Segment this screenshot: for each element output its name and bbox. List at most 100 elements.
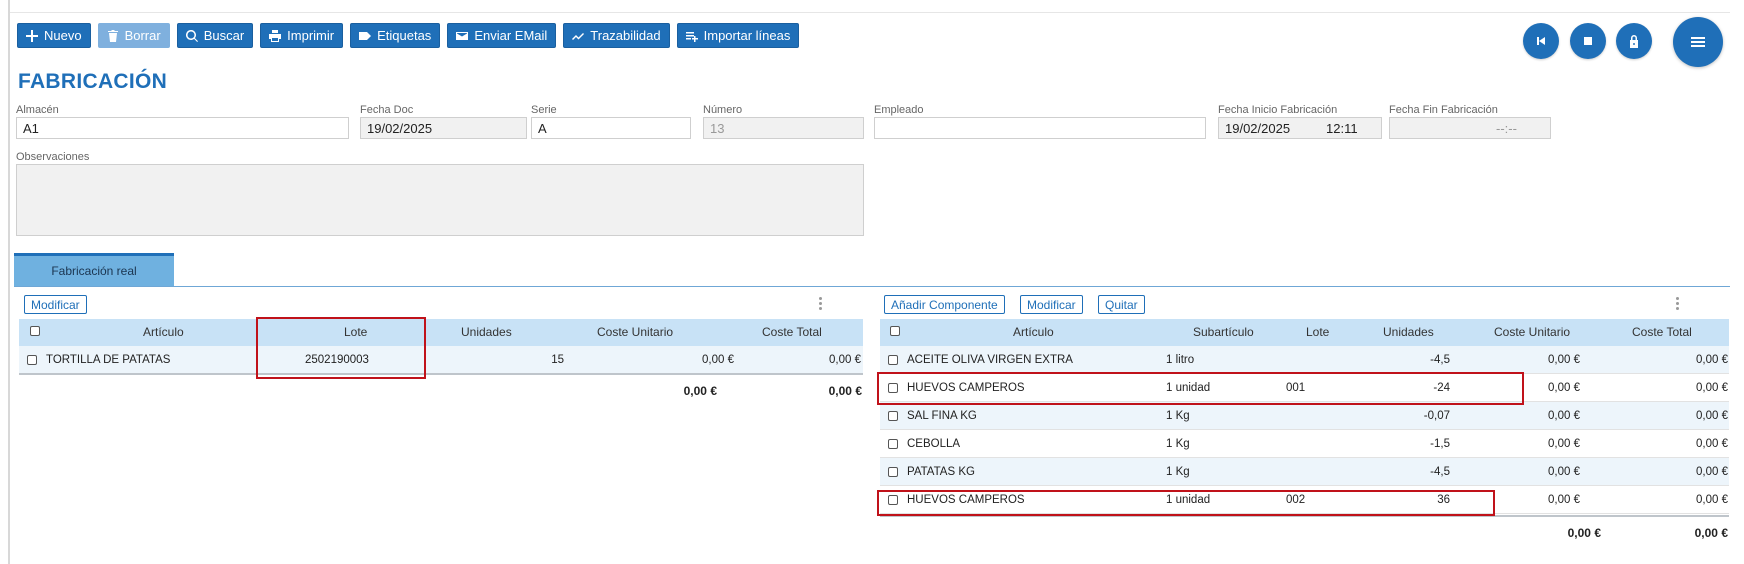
cell-unidades: -0,07 [1423, 410, 1450, 422]
enviar-email-button[interactable]: Enviar EMail [447, 23, 557, 48]
stop-icon [1584, 37, 1592, 45]
modificar-button-left[interactable]: Modificar [24, 295, 87, 314]
more-vert-icon-right[interactable] [1676, 297, 1679, 312]
serie-field[interactable]: A [531, 117, 691, 139]
stop-button[interactable] [1570, 23, 1606, 59]
cell-coste-unitario: 0,00 € [1548, 410, 1580, 422]
th-articulo-right: Artículo [1013, 325, 1054, 339]
row-checkbox[interactable] [888, 467, 898, 477]
observaciones-textarea[interactable] [16, 164, 864, 236]
empleado-field[interactable] [874, 117, 1206, 139]
cell-articulo: TORTILLA DE PATATAS [46, 354, 171, 366]
first-record-button[interactable] [1523, 23, 1559, 59]
imprimir-button[interactable]: Imprimir [260, 23, 344, 48]
enviar-email-label: Enviar EMail [474, 28, 548, 43]
label-icon [359, 31, 372, 40]
cell-coste-total: 0,00 € [1696, 438, 1728, 450]
empleado-label: Empleado [874, 104, 924, 116]
cell-subarticulo: 1 Kg [1166, 410, 1190, 422]
cell-unidades: -1,5 [1430, 438, 1450, 450]
lock-button[interactable] [1616, 23, 1652, 59]
quitar-button[interactable]: Quitar [1098, 295, 1145, 314]
th-coste-total-left: Coste Total [762, 325, 822, 339]
cell-coste-total: 0,00 € [1696, 382, 1728, 394]
page-title: FABRICACIÓN [18, 70, 168, 93]
th-coste-total-right: Coste Total [1632, 325, 1692, 339]
playlist-add-icon [685, 31, 698, 42]
nuevo-button[interactable]: Nuevo [17, 23, 91, 48]
cell-unidades: 15 [551, 354, 564, 366]
modificar-button-right[interactable]: Modificar [1020, 295, 1083, 314]
search-icon [185, 29, 198, 42]
select-all-checkbox-left[interactable] [30, 326, 40, 336]
fecha-fin-field[interactable]: --:-- [1389, 117, 1551, 139]
left-total-total: 0,00 € [828, 384, 862, 398]
lock-icon [1630, 35, 1638, 48]
row-checkbox[interactable] [888, 411, 898, 421]
tab-fabricacion-real[interactable]: Fabricación real [14, 253, 174, 286]
main-menu-button[interactable] [1673, 17, 1723, 67]
almacen-label: Almacén [16, 104, 59, 116]
cell-articulo: ACEITE OLIVA VIRGEN EXTRA [907, 354, 1073, 366]
th-unidades-right: Unidades [1383, 325, 1434, 339]
fecha-inicio-label: Fecha Inicio Fabricación [1218, 104, 1338, 116]
table-row[interactable]: TORTILLA DE PATATAS 2502190003 15 0,00 €… [19, 346, 863, 374]
buscar-button[interactable]: Buscar [176, 23, 254, 48]
select-all-checkbox-right[interactable] [890, 326, 900, 336]
printer-icon [269, 29, 282, 42]
trazabilidad-button[interactable]: Trazabilidad [563, 23, 670, 48]
fecha-inicio-field[interactable]: 19/02/2025 12:11 [1218, 117, 1382, 139]
table-row[interactable]: SAL FINA KG 1 Kg -0,07 0,00 € 0,00 € [880, 402, 1729, 430]
cell-coste-unitario: 0,00 € [702, 354, 734, 366]
borrar-label: Borrar [124, 28, 161, 43]
trazabilidad-label: Trazabilidad [590, 28, 661, 43]
fecha-inicio-date: 19/02/2025 [1225, 121, 1291, 136]
etiquetas-button[interactable]: Etiquetas [350, 23, 441, 48]
fecha-doc-label: Fecha Doc [360, 104, 414, 116]
lote-highlight-box [256, 317, 426, 379]
th-subarticulo-right: Subartículo [1193, 325, 1254, 339]
top-divider [10, 12, 1730, 13]
more-vert-icon-left[interactable] [819, 297, 822, 312]
cell-articulo: SAL FINA KG [907, 410, 977, 422]
importar-lineas-button[interactable]: Importar líneas [676, 23, 800, 48]
cell-coste-unitario: 0,00 € [1548, 466, 1580, 478]
hamburger-icon [1691, 37, 1705, 47]
row-checkbox[interactable] [888, 439, 898, 449]
fecha-doc-field[interactable]: 19/02/2025 [360, 117, 527, 139]
almacen-field[interactable]: A1 [16, 117, 349, 139]
numero-field[interactable]: 13 [703, 117, 864, 139]
cell-coste-unitario: 0,00 € [1548, 354, 1580, 366]
cell-coste-total: 0,00 € [829, 354, 861, 366]
huevos-002-highlight-box [877, 490, 1495, 516]
toolbar: Nuevo Borrar Buscar Imprimir Etiquetas E… [17, 23, 800, 48]
observaciones-label: Observaciones [16, 151, 90, 163]
row-checkbox[interactable] [888, 355, 898, 365]
anadir-componente-button[interactable]: Añadir Componente [884, 295, 1005, 314]
cell-subarticulo: 1 Kg [1166, 438, 1190, 450]
imprimir-label: Imprimir [287, 28, 335, 43]
fecha-fin-label: Fecha Fin Fabricación [1389, 104, 1498, 116]
row-checkbox[interactable] [27, 355, 37, 365]
right-table-header: Artículo Subartículo Lote Unidades Coste… [880, 319, 1729, 346]
table-row[interactable]: CEBOLLA 1 Kg -1,5 0,00 € 0,00 € [880, 430, 1729, 458]
trend-icon [572, 32, 585, 40]
left-table-bottom-rule [19, 373, 863, 375]
left-table-header: Artículo Lote Unidades Coste Unitario Co… [19, 319, 863, 346]
cell-subarticulo: 1 Kg [1166, 466, 1190, 478]
table-row[interactable]: PATATAS KG 1 Kg -4,5 0,00 € 0,00 € [880, 458, 1729, 486]
tab-divider [14, 286, 1730, 287]
etiquetas-label: Etiquetas [377, 28, 432, 43]
th-coste-unitario-left: Coste Unitario [597, 325, 674, 339]
fecha-inicio-time: 12:11 [1326, 121, 1358, 136]
cell-subarticulo: 1 litro [1166, 354, 1195, 366]
table-row[interactable]: ACEITE OLIVA VIRGEN EXTRA 1 litro -4,5 0,00… [880, 346, 1729, 374]
cell-coste-total: 0,00 € [1696, 494, 1728, 506]
left-border [8, 0, 10, 564]
borrar-button[interactable]: Borrar [97, 23, 170, 48]
nuevo-label: Nuevo [44, 28, 82, 43]
cell-coste-unitario: 0,00 € [1548, 438, 1580, 450]
mail-icon [456, 31, 469, 40]
cell-unidades: -4,5 [1430, 466, 1450, 478]
huevos-001-highlight-box [877, 372, 1524, 405]
